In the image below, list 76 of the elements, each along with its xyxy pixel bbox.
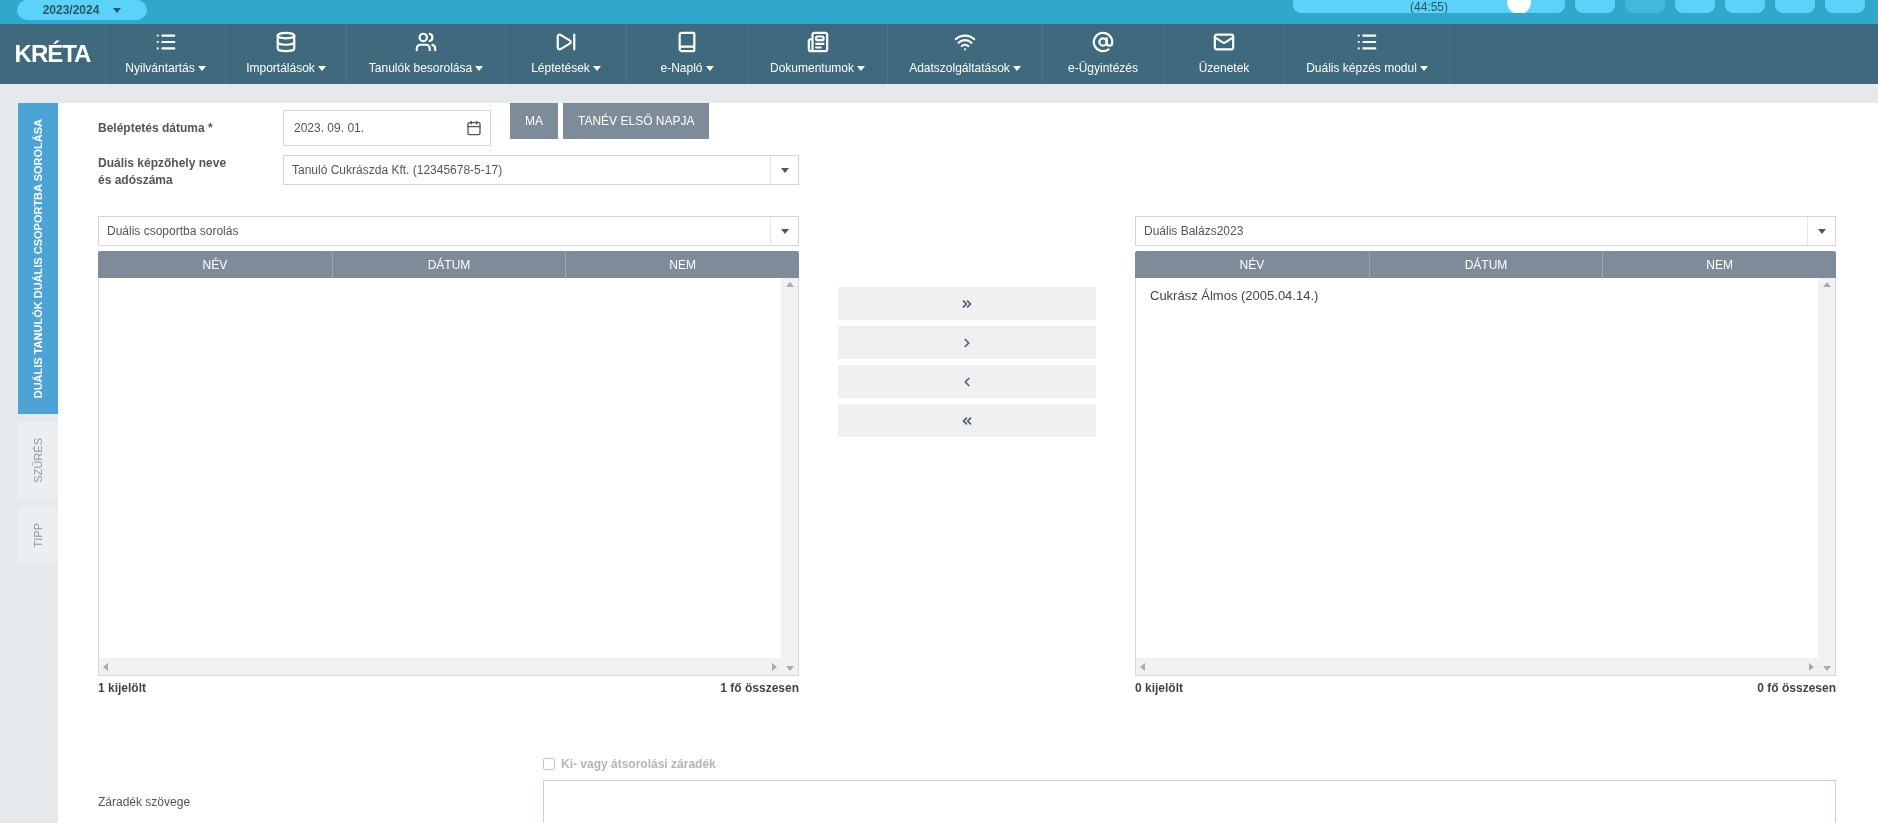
session-timer-text: (44:55)	[1410, 1, 1448, 13]
list-icon	[154, 31, 177, 53]
column-header[interactable]: NÉV	[1135, 251, 1369, 278]
field-label: Beléptetés dátuma *	[98, 120, 214, 137]
scroll-up-icon[interactable]	[785, 282, 794, 287]
book-icon	[676, 31, 698, 53]
header-button[interactable]	[1775, 0, 1815, 13]
selected-count: 1 kijelölt	[98, 680, 147, 697]
scroll-right-icon[interactable]	[1809, 662, 1814, 671]
dropdown-value: Duális Balázs2023	[1143, 223, 1245, 240]
header-button[interactable]	[1675, 0, 1715, 13]
nav-item[interactable]: Duális képzés modul	[1284, 24, 1449, 84]
nav-item[interactable]: e-Ügyintézés	[1042, 24, 1163, 84]
caret-icon	[780, 167, 789, 173]
scroll-down-icon[interactable]	[1822, 666, 1831, 671]
selected-count: 0 kijelölt	[1135, 680, 1184, 697]
nav-item[interactable]: Léptetések	[505, 24, 626, 84]
users-icon	[415, 31, 437, 53]
nav-item[interactable]: Üzenetek	[1163, 24, 1284, 84]
database-icon	[275, 31, 297, 53]
dropdown-field[interactable]: Duális Balázs2023	[1135, 216, 1836, 246]
header-button[interactable]	[1575, 0, 1615, 13]
logo[interactable]: KRÉTA	[0, 24, 105, 84]
caret-icon	[592, 65, 601, 71]
header-button[interactable]	[1825, 0, 1865, 13]
nav-item[interactable]: Tanulók besorolása	[346, 24, 505, 84]
nav-item[interactable]: Nyilvántartás	[105, 24, 225, 84]
total-count: 1 fő összesen	[720, 680, 799, 697]
scroll-right-icon[interactable]	[772, 662, 777, 671]
scroll-left-icon[interactable]	[103, 662, 108, 671]
nav-item[interactable]: e-Napló	[626, 24, 747, 84]
total-count: 0 fő összesen	[1757, 680, 1836, 697]
date-shortcut-button[interactable]: MA	[510, 103, 558, 139]
list-icon	[1356, 31, 1378, 53]
nav-item[interactable]: Dokumentumok	[747, 24, 887, 84]
dropdown-field[interactable]: Duális csoportba sorolás	[98, 216, 799, 246]
field-label: Záradék szövege	[98, 794, 192, 811]
at-sign-icon	[1092, 31, 1114, 53]
calendar-icon[interactable]	[466, 120, 482, 136]
year-selector[interactable]: 2023/2024	[17, 0, 147, 20]
dropdown-value: Tanuló Cukrászda Kft. (12345678-5-17)	[291, 162, 504, 179]
move-button[interactable]	[838, 326, 1096, 359]
dropdown-field[interactable]: Tanuló Cukrászda Kft. (12345678-5-17)	[283, 155, 799, 185]
caret-icon	[113, 7, 122, 13]
newspaper-icon	[806, 31, 829, 53]
caret-icon	[1817, 228, 1826, 234]
horizontal-scrollbar[interactable]	[99, 658, 781, 675]
nav-item[interactable]: Adatszolgáltatások	[887, 24, 1042, 84]
vertical-scrollbar[interactable]	[781, 278, 798, 675]
move-button[interactable]	[838, 365, 1096, 398]
scroll-down-icon[interactable]	[785, 666, 794, 671]
date-shortcut-button[interactable]: TANÉV ELSŐ NAPJA	[563, 103, 710, 139]
caret-icon	[780, 228, 789, 234]
list-item[interactable]: Cukrász Álmos (2005.04.14.)	[1136, 284, 1818, 308]
move-button[interactable]	[838, 287, 1096, 320]
move-button[interactable]	[838, 404, 1096, 437]
caret-icon	[317, 65, 326, 71]
header-button[interactable]	[1725, 0, 1765, 13]
scroll-left-icon[interactable]	[1140, 662, 1145, 671]
caret-icon	[705, 65, 714, 71]
dropdown-value: Duális csoportba sorolás	[106, 223, 240, 240]
vertical-scrollbar[interactable]	[1818, 278, 1835, 675]
caret-icon	[475, 65, 484, 71]
envelope-icon	[1213, 31, 1235, 53]
text-area[interactable]	[543, 780, 1836, 823]
horizontal-scrollbar[interactable]	[1136, 658, 1818, 675]
skip-forward-icon	[555, 31, 577, 53]
field-label: Duális képzőhely neve és adószáma	[98, 155, 228, 189]
column-header[interactable]: NÉV	[98, 251, 332, 278]
caret-icon	[857, 65, 865, 71]
date-field[interactable]: 2023. 09. 01.	[283, 110, 491, 146]
caret-icon	[1012, 65, 1021, 71]
scroll-up-icon[interactable]	[1822, 282, 1831, 287]
caret-icon	[1419, 65, 1428, 71]
nav-item[interactable]: Importálások	[225, 24, 346, 84]
caret-icon	[197, 65, 206, 71]
